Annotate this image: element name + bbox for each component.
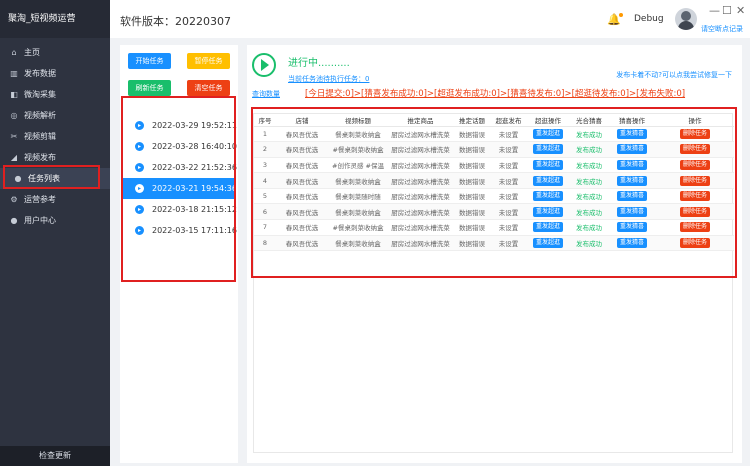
query-count-link[interactable]: 查询数量 <box>252 89 280 99</box>
sidebar-nav: ⌂ 主页 ▥ 发布数据 ◧ 微淘采集 ◎ 视频解析 ✂ 视频剪辑 ◢ 视频发布 ● 任务列表 ⚙ 运营参考 ● 用… <box>0 42 110 231</box>
sidebar: 聚淘_短视频运营 ⌂ 主页 ▥ 发布数据 ◧ 微淘采集 ◎ 视频解析 ✂ 视频剪辑 ◢ 视频发布 ● 任务… <box>0 0 110 466</box>
bar-chart-icon: ▥ <box>10 69 18 78</box>
start-task-button[interactable]: 开始任务 <box>128 53 171 69</box>
pause-task-button[interactable]: 暂停任务 <box>187 53 230 69</box>
publish-stats-text[interactable]: [今日提交:0]>[猜喜发布成功:0]>[超逛发布成功:0]>[猜喜待发布:0]… <box>305 89 685 99</box>
sidebar-item[interactable]: ◧ 微淘采集 <box>0 84 110 105</box>
refresh-task-button[interactable]: 刷新任务 <box>128 80 171 96</box>
notification-dot <box>618 13 623 17</box>
sidebar-item-label: 发布数据 <box>24 69 56 78</box>
sidebar-item[interactable]: ⚙ 运营参考 <box>0 189 110 210</box>
user-icon: ● <box>10 216 18 225</box>
table-highlight-box <box>251 107 737 278</box>
status-title: 进行中.......... <box>288 58 350 69</box>
avatar-body-shape <box>678 21 694 30</box>
close-icon[interactable]: ✕ <box>736 4 745 17</box>
clear-task-button[interactable]: 清空任务 <box>187 80 230 96</box>
task-list-highlight-box <box>121 96 236 282</box>
sidebar-item[interactable]: ◎ 视频解析 <box>0 105 110 126</box>
scissors-icon: ✂ <box>10 132 18 141</box>
user-name: Debug <box>634 14 664 24</box>
check-update-button[interactable]: 检查更新 <box>0 446 110 466</box>
repair-hint-link[interactable]: 发布卡着不动?可以点我尝试修复一下 <box>616 70 732 80</box>
header: 软件版本：20220307 🔔 Debug — ☐ ✕ 请空断点记录 <box>110 0 750 38</box>
minimize-icon[interactable]: — <box>709 4 720 17</box>
software-version: 软件版本：20220307 <box>120 15 231 28</box>
sidebar-item[interactable]: ● 用户中心 <box>0 210 110 231</box>
sidebar-item-label: 视频解析 <box>24 111 56 120</box>
publish-stats: [今日提交:0]>[猜喜发布成功:0]>[超逛发布成功:0]>[猜喜待发布:0]… <box>305 87 685 99</box>
clear-breakpoint-link[interactable]: 请空断点记录 <box>701 24 743 34</box>
app-title: 聚淘_短视频运营 <box>0 0 110 38</box>
sidebar-item[interactable]: ⌂ 主页 <box>0 42 110 63</box>
sidebar-item-label: 运营参考 <box>24 195 56 204</box>
collect-icon: ◧ <box>10 90 18 99</box>
sidebar-highlight-box <box>3 165 100 189</box>
sidebar-item-label: 视频发布 <box>24 153 56 162</box>
task-pool-link[interactable]: 当前任务池待执行任务：0 <box>288 74 369 84</box>
avatar-head-shape <box>681 11 691 21</box>
sidebar-item[interactable]: ✂ 视频剪辑 <box>0 126 110 147</box>
sidebar-item-label: 微淘采集 <box>24 90 56 99</box>
gear-icon: ⚙ <box>10 195 18 204</box>
sidebar-item-label: 视频剪辑 <box>24 132 56 141</box>
home-icon: ⌂ <box>11 48 17 57</box>
maximize-icon[interactable]: ☐ <box>722 4 732 17</box>
avatar[interactable] <box>675 8 697 30</box>
sidebar-item-label: 主页 <box>24 48 40 57</box>
sidebar-item-label: 用户中心 <box>24 216 56 225</box>
circle-icon: ◎ <box>10 111 18 120</box>
bell-icon[interactable]: 🔔 <box>607 13 623 26</box>
sidebar-item[interactable]: ▥ 发布数据 <box>0 63 110 84</box>
play-icon[interactable] <box>252 53 276 77</box>
